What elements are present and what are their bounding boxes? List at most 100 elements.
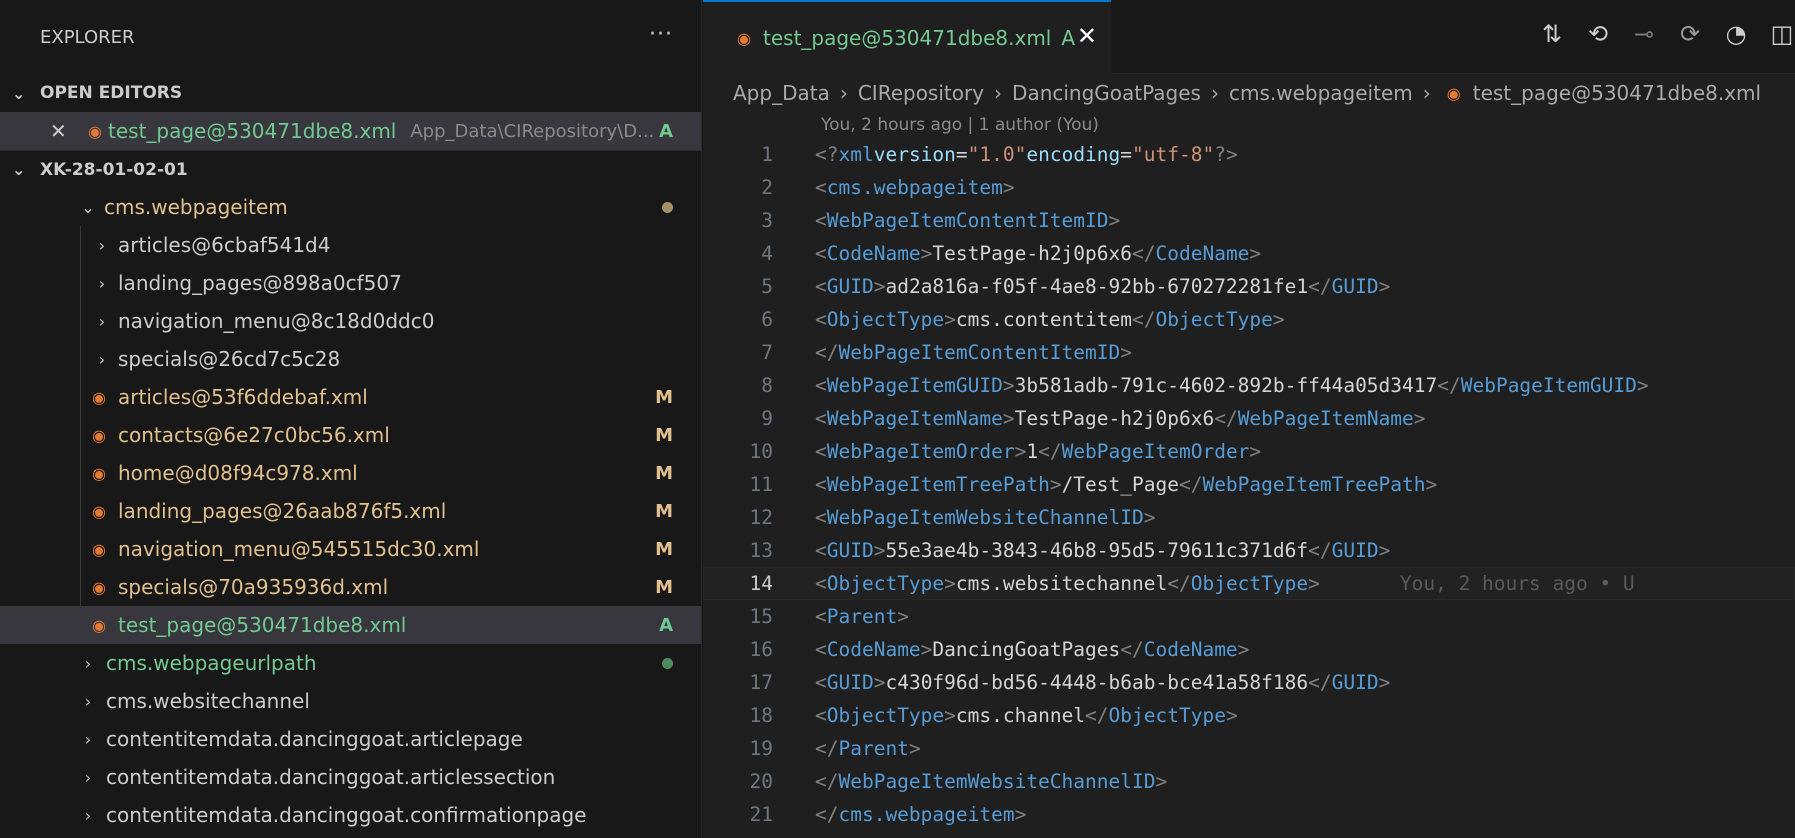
added-dot-icon [662, 657, 673, 669]
open-editor-item[interactable]: ✕ ◉ test_page@530471dbe8.xml App_Data\CI… [0, 112, 701, 150]
xml-attr: version [873, 143, 956, 166]
more-actions-icon[interactable]: ··· [649, 22, 673, 47]
tree-folder[interactable]: › navigation_menu@8c18d0ddc0 [0, 302, 701, 340]
xml-value: "1.0" [967, 143, 1027, 166]
breadcrumb-item[interactable]: cms.webpageitem [1229, 81, 1413, 105]
rss-file-icon: ◉ [1446, 83, 1461, 103]
explorer-sidebar: EXPLORER ··· ⌄ OPEN EDITORS ✕ ◉ test_pag… [0, 0, 702, 838]
tab-test-page[interactable]: ◉ test_page@530471dbe8.xml A ✕ [703, 0, 1111, 74]
line-number: 20 [749, 770, 773, 793]
explorer-title: EXPLORER [40, 26, 135, 48]
tree-item-label: landing_pages@898a0cf507 [118, 271, 402, 295]
xml-tag: ObjectType [1190, 572, 1309, 595]
chevron-right-icon: › [84, 691, 92, 711]
xml-tag: WebPageItemTreePath [1202, 473, 1426, 496]
tree-item-label: contentitemdata.dancinggoat.articlepage [106, 727, 523, 751]
git-status-badge: M [655, 386, 673, 408]
breadcrumb-item[interactable]: CIRepository [858, 81, 984, 105]
chevron-down-icon: ⌄ [12, 83, 26, 103]
next-change-icon[interactable]: ⟳ [1677, 20, 1703, 48]
xml-tag: Parent [838, 737, 909, 760]
chevron-right-icon: › [1422, 81, 1431, 105]
tree-folder[interactable]: › contentitemdata.dancinggoat.articlepag… [0, 720, 701, 758]
breadcrumb-item[interactable]: DancingGoatPages [1012, 81, 1201, 105]
tree-file[interactable]: ◉ specials@70a935936d.xml M [0, 568, 701, 606]
tree-folder[interactable]: › cms.websitechannel [0, 682, 701, 720]
close-icon[interactable]: ✕ [50, 119, 82, 143]
line-number: 5 [761, 275, 773, 298]
tree-folder[interactable]: › articles@6cbaf541d4 [0, 226, 701, 264]
tree-file[interactable]: ◉ contacts@6e27c0bc56.xml M [0, 416, 701, 454]
code-line: 16 < CodeName > DancingGoatPages </CodeName > [703, 633, 1795, 666]
xml-text: DancingGoatPages [932, 638, 1121, 661]
xml-text: cms.contentitem [955, 308, 1133, 331]
file-tree: ⌄ cms.webpageitem › articles@6cbaf541d4 … [0, 188, 701, 834]
breadcrumb: App_Data › CIRepository › DancingGoatPag… [703, 74, 1795, 112]
git-status-badge: A [659, 120, 673, 142]
xml-tag: ObjectType [1155, 308, 1273, 331]
code-line: 9 < WebPageItemName > TestPage-h2j0p6x6 </We… [703, 402, 1795, 435]
previous-change-icon[interactable]: ⟲ [1585, 20, 1611, 48]
code-line: 2 < cms.webpageitem > [703, 171, 1795, 204]
editor-actions: ⇅ ⟲ ⊸ ⟳ ◔ ◫ [1539, 20, 1795, 48]
breadcrumb-item[interactable]: App_Data [733, 81, 830, 105]
tree-item-label: navigation_menu@545515dc30.xml [118, 537, 480, 561]
xml-attr: encoding [1026, 143, 1121, 166]
editor-area: ◉ test_page@530471dbe8.xml A ✕ ⇅ ⟲ ⊸ ⟳ ◔… [703, 0, 1795, 838]
commit-icon[interactable]: ⊸ [1631, 20, 1657, 48]
chevron-down-icon: ⌄ [12, 160, 26, 179]
tree-folder[interactable]: › contentitemdata.dancinggoat.articlesse… [0, 758, 701, 796]
git-status-badge: M [655, 424, 673, 446]
git-lens-icon[interactable]: ◔ [1723, 20, 1749, 48]
xml-text: TestPage-h2j0p6x6 [1014, 407, 1215, 430]
xml-tag: ObjectType [826, 308, 945, 331]
compare-changes-icon[interactable]: ⇅ [1539, 20, 1565, 48]
tree-item-label: cms.websitechannel [106, 689, 310, 713]
tree-item-label: articles@53f6ddebaf.xml [118, 385, 368, 409]
line-number: 9 [761, 407, 773, 430]
tree-file[interactable]: ◉ home@d08f94c978.xml M [0, 454, 701, 492]
tree-file-selected[interactable]: ◉ test_page@530471dbe8.xml A [0, 606, 701, 644]
tree-folder-cms-webpageitem[interactable]: ⌄ cms.webpageitem [0, 188, 701, 226]
tree-folder[interactable]: › specials@26cd7c5c28 [0, 340, 701, 378]
tree-folder[interactable]: › contentitemdata.dancinggoat.confirmati… [0, 796, 701, 834]
tree-file[interactable]: ◉ articles@53f6ddebaf.xml M [0, 378, 701, 416]
xml-text: TestPage-h2j0p6x6 [932, 242, 1133, 265]
xml-text: c430f96d-bd56-4448-b6ab-bce41a58f186 [885, 671, 1309, 694]
git-status-badge: A [1061, 26, 1076, 50]
workspace-section[interactable]: ⌄ XK-28-01-02-01 [0, 150, 701, 188]
xml-tag: GUID [1331, 671, 1379, 694]
chevron-down-icon: ⌄ [81, 197, 95, 217]
open-editor-path: App_Data\CIRepository\D... [410, 120, 655, 142]
blame-header[interactable]: You, 2 hours ago | 1 author (You) [703, 112, 1795, 138]
line-number: 21 [749, 803, 773, 826]
rss-file-icon: ◉ [92, 539, 106, 559]
chevron-right-icon: › [994, 81, 1003, 105]
tree-folder[interactable]: › cms.webpageurlpath [0, 644, 701, 682]
code-line: 5 < GUID > ad2a816a-f05f-4ae8-92bb-67027228… [703, 270, 1795, 303]
line-number: 16 [749, 638, 773, 661]
tree-file[interactable]: ◉ navigation_menu@545515dc30.xml M [0, 530, 701, 568]
rss-file-icon: ◉ [92, 577, 106, 597]
code-editor[interactable]: 1 <? xml version = "1.0" encoding = "utf-8" ?> … [703, 138, 1795, 831]
tree-item-label: contentitemdata.dancinggoat.articlessect… [106, 765, 556, 789]
xml-tag: WebPageItemWebsiteChannelID [838, 770, 1156, 793]
line-number: 14 [749, 572, 773, 595]
line-number: 13 [749, 539, 773, 562]
tree-item-label: cms.webpageitem [104, 195, 288, 219]
xml-tag: cms.webpageitem [826, 176, 1003, 199]
code-line: 21 </cms.webpageitem > [703, 798, 1795, 831]
open-editors-section[interactable]: ⌄ OPEN EDITORS [0, 74, 701, 112]
xml-tag: WebPageItemGUID [1460, 374, 1637, 397]
tree-folder[interactable]: › landing_pages@898a0cf507 [0, 264, 701, 302]
code-line: 20 </WebPageItemWebsiteChannelID > [703, 765, 1795, 798]
split-editor-icon[interactable]: ◫ [1769, 20, 1795, 48]
xml-tag: GUID [1331, 275, 1379, 298]
close-icon[interactable]: ✕ [1077, 22, 1097, 50]
breadcrumb-item[interactable]: test_page@530471dbe8.xml [1473, 81, 1761, 105]
inline-blame[interactable]: You, 2 hours ago • U [1400, 572, 1635, 595]
tree-file[interactable]: ◉ landing_pages@26aab876f5.xml M [0, 492, 701, 530]
xml-tag: CodeName [1143, 638, 1238, 661]
xml-tag: WebPageItemOrder [826, 440, 1015, 463]
line-number: 3 [761, 209, 773, 232]
